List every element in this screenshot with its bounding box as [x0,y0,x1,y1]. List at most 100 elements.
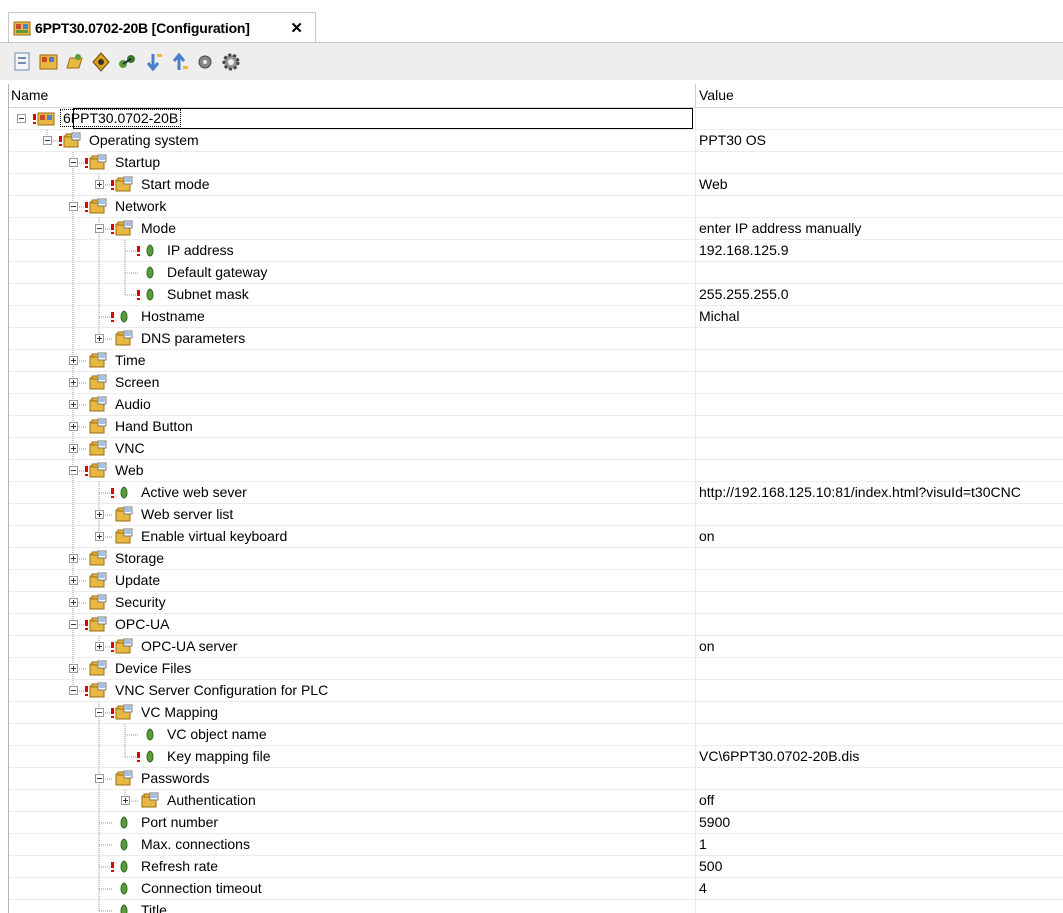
record-icon[interactable] [194,51,216,73]
tree-row[interactable]: Port number 5900 [9,812,1063,834]
expand-icon[interactable] [69,554,78,563]
collapse-icon[interactable] [43,136,52,145]
connect-icon[interactable] [116,51,138,73]
name-column-header[interactable]: Name [11,87,48,103]
tree-row-value[interactable]: 5900 [699,814,730,830]
collapse-icon[interactable] [69,466,78,475]
expand-icon[interactable] [95,334,104,343]
expand-icon[interactable] [95,532,104,541]
tree-row-value[interactable]: enter IP address manually [699,220,861,236]
expand-icon[interactable] [95,642,104,651]
tree-row[interactable]: Audio [9,394,1063,416]
tree-row[interactable]: Update [9,570,1063,592]
collapse-icon[interactable] [69,202,78,211]
tree-row[interactable]: DNS parameters [9,328,1063,350]
tree-row[interactable]: Key mapping file VC\6PPT30.0702-20B.dis [9,746,1063,768]
collapse-icon[interactable] [95,774,104,783]
tree-row[interactable]: Time [9,350,1063,372]
tree-row[interactable]: VC object name [9,724,1063,746]
hardware-icon[interactable] [38,51,60,73]
navigate-icon[interactable] [90,51,112,73]
tree-row-label: Web [115,462,144,478]
column-separator [695,834,696,856]
tree-row-value[interactable]: 255.255.255.0 [699,286,789,302]
tree-row-label: DNS parameters [141,330,246,346]
tree-row[interactable]: VNC Server Configuration for PLC [9,680,1063,702]
tree-row[interactable]: Authentication off [9,790,1063,812]
tree-row[interactable]: VC Mapping [9,702,1063,724]
tree-row-value[interactable]: PPT30 OS [699,132,766,148]
tree-row[interactable]: Web server list [9,504,1063,526]
tree-row[interactable]: 6PPT30.0702-20B [9,108,1063,130]
tree-row[interactable]: IP address 192.168.125.9 [9,240,1063,262]
expand-icon[interactable] [69,664,78,673]
tree-row-value[interactable]: 500 [699,858,722,874]
column-separator [695,438,696,460]
tree-row-value[interactable]: Web [699,176,728,192]
value-column-header[interactable]: Value [699,87,734,103]
tree-row[interactable]: Passwords [9,768,1063,790]
tree-row[interactable]: OPC-UA [9,614,1063,636]
collapse-icon[interactable] [95,708,104,717]
tree-row[interactable]: Subnet mask 255.255.255.0 [9,284,1063,306]
expand-icon[interactable] [69,598,78,607]
collapse-icon[interactable] [69,620,78,629]
column-separator[interactable] [695,84,696,107]
settings-icon[interactable] [220,51,242,73]
expand-icon[interactable] [69,400,78,409]
tree-row[interactable]: Start mode Web [9,174,1063,196]
tree-row-value[interactable]: Michal [699,308,739,324]
tree-row-value[interactable]: VC\6PPT30.0702-20B.dis [699,748,859,764]
tree-row[interactable]: Hostname Michal [9,306,1063,328]
expand-icon[interactable] [95,180,104,189]
tree-row-value[interactable]: http://192.168.125.10:81/index.html?visu… [699,484,1021,500]
expand-icon[interactable] [69,422,78,431]
tree-row[interactable]: Active web sever http://192.168.125.10:81… [9,482,1063,504]
tree-row[interactable]: Connection timeout 4 [9,878,1063,900]
collapse-icon[interactable] [69,158,78,167]
collapse-icon[interactable] [69,686,78,695]
expand-icon[interactable] [69,356,78,365]
open-icon[interactable] [64,51,86,73]
tree-connector-lines [98,900,113,912]
error-marker-icon [85,158,88,168]
configuration-tab[interactable]: 6PPT30.0702-20B [Configuration] ✕ [8,12,316,42]
tree-row[interactable]: Default gateway [9,262,1063,284]
tree-row[interactable]: Refresh rate 500 [9,856,1063,878]
close-tab-icon[interactable]: ✕ [290,19,303,37]
tree-row[interactable]: Device Files [9,658,1063,680]
properties-icon[interactable] [12,51,34,73]
sort-desc-icon[interactable] [142,51,164,73]
tree-row[interactable]: Startup [9,152,1063,174]
configuration-icon [13,21,31,35]
configuration-tree-grid[interactable]: Name Value 6PPT30.0702-20B Operating syst… [8,84,1063,913]
error-marker-icon [111,312,114,322]
tree-row-value[interactable]: 4 [699,880,707,896]
tree-row[interactable]: Security [9,592,1063,614]
tree-row[interactable]: Max. connections 1 [9,834,1063,856]
expand-icon[interactable] [121,796,130,805]
tree-row[interactable]: Enable virtual keyboard on [9,526,1063,548]
tree-row[interactable]: Hand Button [9,416,1063,438]
expand-icon[interactable] [69,444,78,453]
expand-icon[interactable] [95,510,104,519]
tree-row[interactable]: VNC [9,438,1063,460]
tree-row[interactable]: Title [9,900,1063,913]
tree-row[interactable]: Mode enter IP address manually [9,218,1063,240]
tree-row-value[interactable]: 192.168.125.9 [699,242,789,258]
tree-row-value[interactable]: 1 [699,836,707,852]
tree-row[interactable]: Screen [9,372,1063,394]
tree-row-value[interactable]: on [699,638,715,654]
tree-row[interactable]: Web [9,460,1063,482]
tree-row[interactable]: Network [9,196,1063,218]
expand-icon[interactable] [69,576,78,585]
sort-asc-icon[interactable] [168,51,190,73]
tree-row-value[interactable]: off [699,792,714,808]
collapse-icon[interactable] [95,224,104,233]
tree-row[interactable]: OPC-UA server on [9,636,1063,658]
expand-icon[interactable] [69,378,78,387]
collapse-icon[interactable] [17,114,26,123]
tree-row[interactable]: Storage [9,548,1063,570]
tree-row-value[interactable]: on [699,528,715,544]
tree-row[interactable]: Operating system PPT30 OS [9,130,1063,152]
